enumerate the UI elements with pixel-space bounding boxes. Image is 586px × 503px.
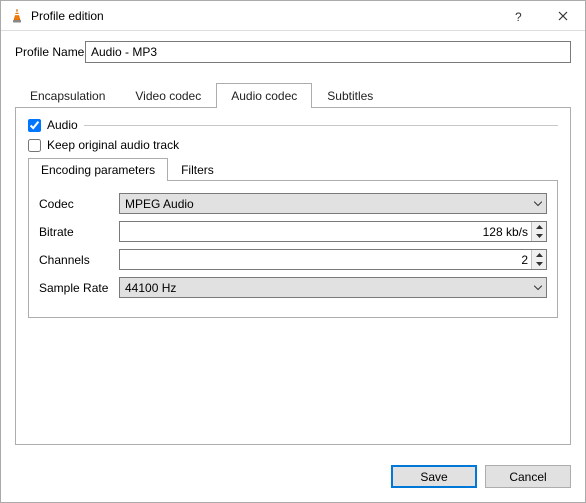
channels-label: Channels — [39, 253, 119, 267]
footer: Save Cancel — [1, 455, 585, 502]
spin-up-icon[interactable] — [532, 250, 546, 260]
audio-checkbox[interactable] — [28, 119, 41, 132]
sub-tabs: Encoding parameters Filters — [28, 158, 558, 181]
audio-enable-row: Audio — [28, 118, 558, 132]
dialog-window: Profile edition ? Profile Name Encapsula… — [0, 0, 586, 503]
profile-name-input[interactable] — [85, 41, 571, 63]
channels-row: Channels 2 — [39, 249, 547, 270]
samplerate-select[interactable]: 44100 Hz — [119, 277, 547, 298]
tab-encapsulation[interactable]: Encapsulation — [15, 83, 120, 108]
encoding-parameters-page: Codec MPEG Audio Bitrate 128 kb/s — [28, 181, 558, 318]
spin-down-icon[interactable] — [532, 232, 546, 242]
save-button-label: Save — [420, 470, 447, 484]
cancel-button[interactable]: Cancel — [485, 465, 571, 488]
chevron-down-icon — [534, 201, 542, 206]
keep-original-row: Keep original audio track — [28, 138, 558, 152]
titlebar: Profile edition ? — [1, 1, 585, 31]
divider — [84, 125, 558, 126]
close-button[interactable] — [540, 1, 585, 30]
bitrate-row: Bitrate 128 kb/s — [39, 221, 547, 242]
spin-buttons — [531, 250, 546, 269]
cancel-button-label: Cancel — [509, 470, 546, 484]
tab-subtitles[interactable]: Subtitles — [312, 83, 388, 108]
bitrate-label: Bitrate — [39, 225, 119, 239]
spin-up-icon[interactable] — [532, 222, 546, 232]
audio-checkbox-label: Audio — [47, 118, 78, 132]
tab-video-codec[interactable]: Video codec — [120, 83, 216, 108]
chevron-down-icon — [534, 285, 542, 290]
codec-row: Codec MPEG Audio — [39, 193, 547, 214]
content-area: Profile Name Encapsulation Video codec A… — [1, 31, 585, 455]
samplerate-row: Sample Rate 44100 Hz — [39, 277, 547, 298]
samplerate-value: 44100 Hz — [125, 281, 176, 295]
channels-spinbox[interactable]: 2 — [119, 249, 547, 270]
bitrate-value: 128 kb/s — [120, 225, 546, 239]
save-button[interactable]: Save — [391, 465, 477, 488]
svg-text:?: ? — [515, 10, 522, 23]
codec-select[interactable]: MPEG Audio — [119, 193, 547, 214]
codec-value: MPEG Audio — [125, 197, 194, 211]
samplerate-label: Sample Rate — [39, 281, 119, 295]
audio-codec-page: Audio Keep original audio track Encoding… — [15, 108, 571, 445]
main-tabs: Encapsulation Video codec Audio codec Su… — [15, 83, 571, 108]
spin-buttons — [531, 222, 546, 241]
profile-name-row: Profile Name — [15, 41, 571, 63]
subtab-filters[interactable]: Filters — [168, 158, 227, 181]
bitrate-spinbox[interactable]: 128 kb/s — [119, 221, 547, 242]
profile-name-label: Profile Name — [15, 45, 85, 59]
channels-value: 2 — [120, 253, 546, 267]
window-title: Profile edition — [31, 9, 495, 23]
keep-original-label: Keep original audio track — [47, 138, 179, 152]
codec-label: Codec — [39, 197, 119, 211]
help-button[interactable]: ? — [495, 1, 540, 30]
spin-down-icon[interactable] — [532, 260, 546, 270]
tab-audio-codec[interactable]: Audio codec — [216, 83, 312, 108]
app-icon — [9, 8, 25, 24]
subtab-encoding[interactable]: Encoding parameters — [28, 158, 168, 181]
keep-original-checkbox[interactable] — [28, 139, 41, 152]
